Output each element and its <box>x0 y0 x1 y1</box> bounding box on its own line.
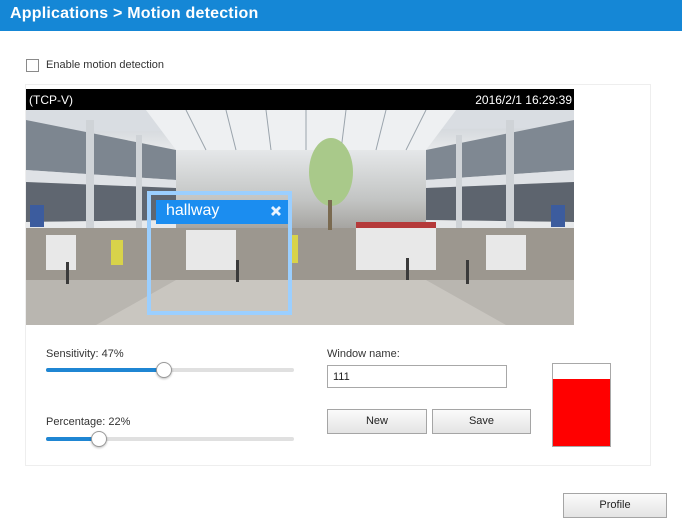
motion-activity-meter <box>552 363 611 447</box>
window-name-input[interactable] <box>327 365 507 388</box>
video-timestamp: 2016/2/1 16:29:39 <box>475 93 572 107</box>
close-icon[interactable] <box>268 203 284 219</box>
window-name-label: Window name: <box>327 348 400 360</box>
sensitivity-fill <box>46 368 164 372</box>
percentage-label: Percentage: 22% <box>46 416 131 428</box>
motion-window-name: hallway <box>166 202 220 219</box>
enable-motion-detection-checkbox[interactable] <box>26 58 39 72</box>
motion-window[interactable]: hallway <box>147 191 292 315</box>
live-video-view[interactable] <box>26 110 574 325</box>
title-bar: Applications > Motion detection <box>0 0 682 31</box>
save-button[interactable]: Save <box>432 409 531 434</box>
sensitivity-slider[interactable] <box>46 362 294 378</box>
enable-motion-detection-label[interactable]: Enable motion detection <box>46 59 164 71</box>
percentage-handle[interactable] <box>91 431 107 447</box>
profile-button[interactable]: Profile <box>563 493 667 518</box>
motion-window-header[interactable]: hallway <box>156 200 288 224</box>
mall-scene-image <box>26 110 574 325</box>
motion-activity-fill <box>553 378 610 446</box>
page-title: Applications > Motion detection <box>10 5 259 22</box>
sensitivity-label: Sensitivity: 47% <box>46 348 124 360</box>
camera-name: (TCP-V) <box>29 93 73 107</box>
new-button[interactable]: New <box>327 409 427 434</box>
enable-motion-detection-row[interactable]: Enable motion detection <box>26 58 164 72</box>
sensitivity-handle[interactable] <box>156 362 172 378</box>
video-header: (TCP-V) 2016/2/1 16:29:39 <box>26 89 574 110</box>
percentage-slider[interactable] <box>46 431 294 447</box>
